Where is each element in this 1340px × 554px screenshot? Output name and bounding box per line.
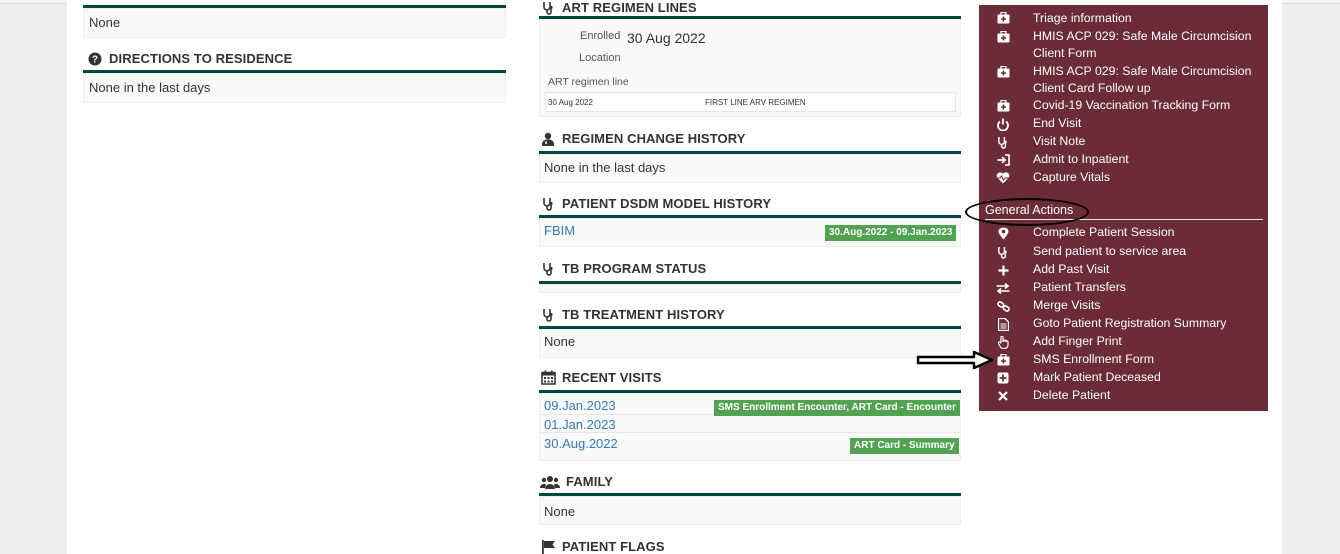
- dsdm-model-link[interactable]: FBIM: [544, 223, 575, 238]
- family-title: FAMILY: [540, 474, 613, 489]
- stethoscope-icon: [540, 307, 556, 322]
- smc-client-form-line1: HMIS ACP 029: Safe Male Circumcision: [1033, 29, 1252, 43]
- send-to-service-area-link[interactable]: Send patient to service area: [1033, 243, 1186, 260]
- stethoscope-icon: [996, 135, 1010, 149]
- plus-icon: [996, 263, 1010, 277]
- visit-note-link[interactable]: Visit Note: [1033, 133, 1085, 150]
- stethoscope-icon: [540, 196, 556, 211]
- patient-transfers-link[interactable]: Patient Transfers: [1033, 279, 1126, 296]
- enrolled-value: 30 Aug 2022: [627, 30, 706, 46]
- file-icon: [996, 317, 1010, 331]
- dsdm-title-text: PATIENT DSDM MODEL HISTORY: [562, 196, 772, 211]
- regimen-change-title-text: REGIMEN CHANGE HISTORY: [562, 131, 746, 146]
- stethoscope-icon: [540, 261, 556, 276]
- art-regimen-title-text: ART REGIMEN LINES: [562, 0, 697, 15]
- covid-vaccination-form-link[interactable]: Covid-19 Vaccination Tracking Form: [1033, 97, 1230, 114]
- capture-vitals-link[interactable]: Capture Vitals: [1033, 169, 1110, 186]
- residence-value-box: [83, 8, 506, 38]
- art-regimen-title: ART REGIMEN LINES: [540, 0, 697, 15]
- smc-followup-link[interactable]: HMIS ACP 029: Safe Male Circumcision Cli…: [1033, 63, 1251, 97]
- directions-title: ? DIRECTIONS TO RESIDENCE: [87, 51, 292, 66]
- map-marker-icon: [996, 226, 1010, 240]
- visit-date-link[interactable]: 01.Jan.2023: [544, 417, 616, 432]
- list-item: [539, 432, 961, 433]
- smc-followup-line2: Client Card Follow up: [1033, 81, 1151, 95]
- medkit-icon: [996, 30, 1010, 44]
- complete-patient-session-link[interactable]: Complete Patient Session: [1033, 224, 1175, 241]
- family-box: [539, 496, 961, 525]
- art-regimen-line-label: ART regimen line: [548, 76, 629, 88]
- medkit-icon: [996, 353, 1010, 367]
- end-visit-link[interactable]: End Visit: [1033, 115, 1081, 132]
- tb-treatment-box: [539, 329, 961, 358]
- annotation-circle: [965, 198, 1089, 226]
- hand-pointer-icon: [996, 335, 1010, 349]
- add-past-visit-link[interactable]: Add Past Visit: [1033, 261, 1109, 278]
- user-md-icon: [540, 131, 556, 146]
- medkit-icon: [996, 99, 1010, 113]
- tb-program-title: TB PROGRAM STATUS: [540, 261, 706, 276]
- sign-in-icon: [996, 153, 1010, 167]
- delete-patient-link[interactable]: Delete Patient: [1033, 387, 1110, 404]
- previous-section-value: None: [89, 15, 121, 30]
- exchange-icon: [996, 281, 1010, 295]
- family-title-text: FAMILY: [566, 474, 614, 489]
- dsdm-title: PATIENT DSDM MODEL HISTORY: [540, 196, 771, 211]
- visit-date-link[interactable]: 30.Aug.2022: [544, 436, 618, 451]
- location-label: Location: [579, 52, 621, 64]
- merge-visits-link[interactable]: Merge Visits: [1033, 297, 1100, 314]
- flag-icon: [540, 539, 556, 554]
- enrolled-label: Enrolled: [580, 30, 621, 42]
- stethoscope-icon: [996, 245, 1010, 259]
- admit-inpatient-link[interactable]: Admit to Inpatient: [1033, 151, 1129, 168]
- recent-visits-title-text: RECENT VISITS: [562, 370, 662, 385]
- tb-program-box: [539, 284, 961, 293]
- tb-treatment-value: None: [544, 334, 576, 349]
- sms-enrollment-form-link[interactable]: SMS Enrollment Form: [1033, 351, 1154, 368]
- tb-program-title-text: TB PROGRAM STATUS: [562, 261, 707, 276]
- plus-square-icon: [996, 371, 1010, 385]
- goto-registration-summary-link[interactable]: Goto Patient Registration Summary: [1033, 315, 1226, 332]
- visit-encounter-badge: SMS Enrollment Encounter, ART Card - Enc…: [714, 400, 960, 416]
- regimen-change-title: REGIMEN CHANGE HISTORY: [540, 131, 746, 146]
- triage-information-link[interactable]: Triage information: [1033, 10, 1132, 27]
- heartbeat-icon: [996, 171, 1010, 185]
- times-icon: [996, 389, 1010, 403]
- link-icon: [996, 299, 1010, 313]
- flags-title: PATIENT FLAGS: [540, 539, 665, 554]
- family-value: None: [544, 504, 576, 519]
- mark-patient-deceased-link[interactable]: Mark Patient Deceased: [1033, 369, 1161, 386]
- medkit-icon: [996, 65, 1010, 79]
- tb-treatment-title: TB TREATMENT HISTORY: [540, 307, 725, 322]
- add-finger-print-link[interactable]: Add Finger Print: [1033, 333, 1122, 350]
- svg-text:?: ?: [92, 54, 98, 65]
- power-icon: [996, 117, 1010, 131]
- regimen-row-name: FIRST LINE ARV REGIMEN: [705, 98, 806, 107]
- users-icon: [540, 474, 560, 489]
- directions-value: None in the last days: [89, 80, 211, 95]
- visit-date-link[interactable]: 09.Jan.2023: [544, 398, 616, 413]
- medkit-icon: [996, 11, 1010, 25]
- smc-client-form-link[interactable]: HMIS ACP 029: Safe Male Circumcision Cli…: [1033, 28, 1251, 62]
- regimen-row-date: 30 Aug 2022: [548, 98, 593, 107]
- visit-encounter-badge: ART Card - Summary: [850, 438, 959, 454]
- smc-client-form-line2: Client Form: [1033, 46, 1097, 60]
- annotation-arrow: [916, 350, 994, 370]
- dsdm-date-badge: 30.Aug.2022 - 09.Jan.2023: [825, 225, 957, 241]
- calendar-icon: [540, 370, 556, 385]
- smc-followup-line1: HMIS ACP 029: Safe Male Circumcision: [1033, 64, 1252, 78]
- tb-treatment-title-text: TB TREATMENT HISTORY: [562, 307, 725, 322]
- question-circle-icon: ?: [87, 51, 103, 66]
- regimen-change-value: None in the last days: [544, 160, 666, 175]
- directions-title-text: DIRECTIONS TO RESIDENCE: [109, 51, 293, 66]
- recent-visits-title: RECENT VISITS: [540, 370, 662, 385]
- stethoscope-icon: [540, 0, 556, 15]
- flags-title-text: PATIENT FLAGS: [562, 539, 665, 554]
